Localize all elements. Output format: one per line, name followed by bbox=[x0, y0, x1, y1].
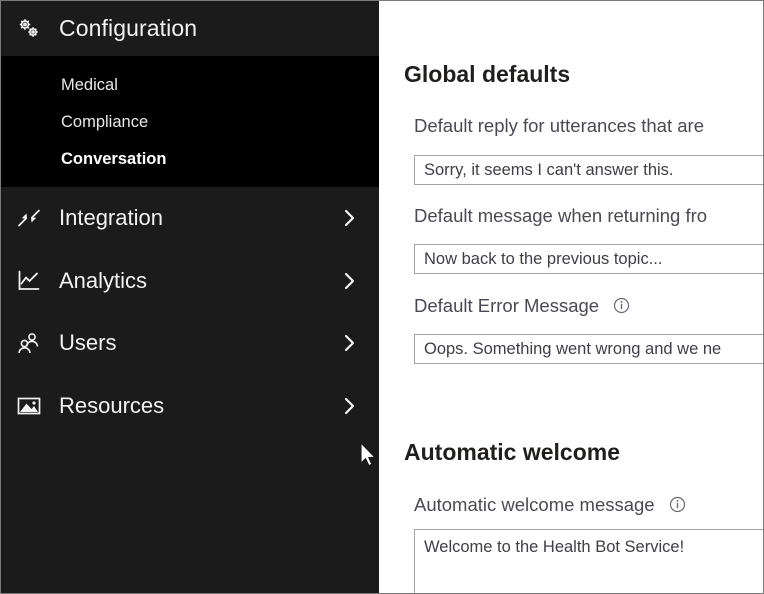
arrows-converge-icon bbox=[7, 205, 51, 231]
label-automatic-welcome-message: Automatic welcome message bbox=[414, 494, 686, 518]
input-default-return-message[interactable]: Now back to the previous topic... bbox=[414, 244, 764, 274]
image-icon bbox=[7, 393, 51, 419]
input-default-error-message[interactable]: Oops. Something went wrong and we ne bbox=[414, 334, 764, 364]
main-content: Global defaults Default reply for uttera… bbox=[379, 1, 764, 594]
sidebar-item-resources[interactable]: Resources bbox=[1, 375, 379, 438]
sidebar-item-label-integration: Integration bbox=[59, 205, 163, 231]
section-title-automatic-welcome: Automatic welcome bbox=[404, 439, 620, 466]
sidebar-item-users[interactable]: Users bbox=[1, 312, 379, 375]
textarea-automatic-welcome-message[interactable]: Welcome to the Health Bot Service! bbox=[414, 529, 764, 594]
sidebar-item-label-resources: Resources bbox=[59, 393, 164, 419]
label-default-error-message: Default Error Message bbox=[414, 295, 630, 319]
info-circle-icon[interactable] bbox=[669, 496, 686, 518]
chevron-right-icon bbox=[343, 397, 357, 415]
label-automatic-welcome-message-text: Automatic welcome message bbox=[414, 494, 655, 515]
gears-icon bbox=[7, 16, 51, 42]
sidebar-submenu-item-compliance[interactable]: Compliance bbox=[61, 113, 148, 132]
sidebar-item-label-analytics: Analytics bbox=[59, 268, 147, 294]
sidebar-item-label-users: Users bbox=[59, 330, 116, 356]
sidebar-submenu-item-conversation[interactable]: Conversation bbox=[61, 150, 166, 169]
label-default-error-message-text: Default Error Message bbox=[414, 295, 599, 316]
label-default-return-message: Default message when returning fro bbox=[414, 205, 707, 227]
sidebar-submenu: Medical Compliance Conversation bbox=[1, 56, 379, 187]
app-window: Configuration Medical Compliance Convers… bbox=[0, 0, 764, 594]
chevron-right-icon bbox=[343, 334, 357, 352]
sidebar-header-configuration[interactable]: Configuration bbox=[1, 1, 379, 56]
label-default-reply-text: Default reply for utterances that are bbox=[414, 115, 704, 136]
label-default-return-message-text: Default message when returning fro bbox=[414, 205, 707, 226]
input-default-reply[interactable]: Sorry, it seems I can't answer this. bbox=[414, 155, 764, 185]
chevron-right-icon bbox=[343, 272, 357, 290]
line-chart-icon bbox=[7, 268, 51, 294]
sidebar-nav-list: Integration Analytics bbox=[1, 187, 379, 437]
sidebar: Configuration Medical Compliance Convers… bbox=[1, 1, 379, 594]
chevron-right-icon bbox=[343, 209, 357, 227]
label-default-reply: Default reply for utterances that are bbox=[414, 115, 704, 137]
sidebar-item-integration[interactable]: Integration bbox=[1, 187, 379, 250]
sidebar-header-label: Configuration bbox=[59, 15, 197, 42]
people-icon bbox=[7, 330, 51, 356]
sidebar-submenu-item-medical[interactable]: Medical bbox=[61, 76, 118, 95]
sidebar-item-analytics[interactable]: Analytics bbox=[1, 250, 379, 313]
section-title-global-defaults: Global defaults bbox=[404, 61, 570, 88]
info-circle-icon[interactable] bbox=[613, 297, 630, 319]
